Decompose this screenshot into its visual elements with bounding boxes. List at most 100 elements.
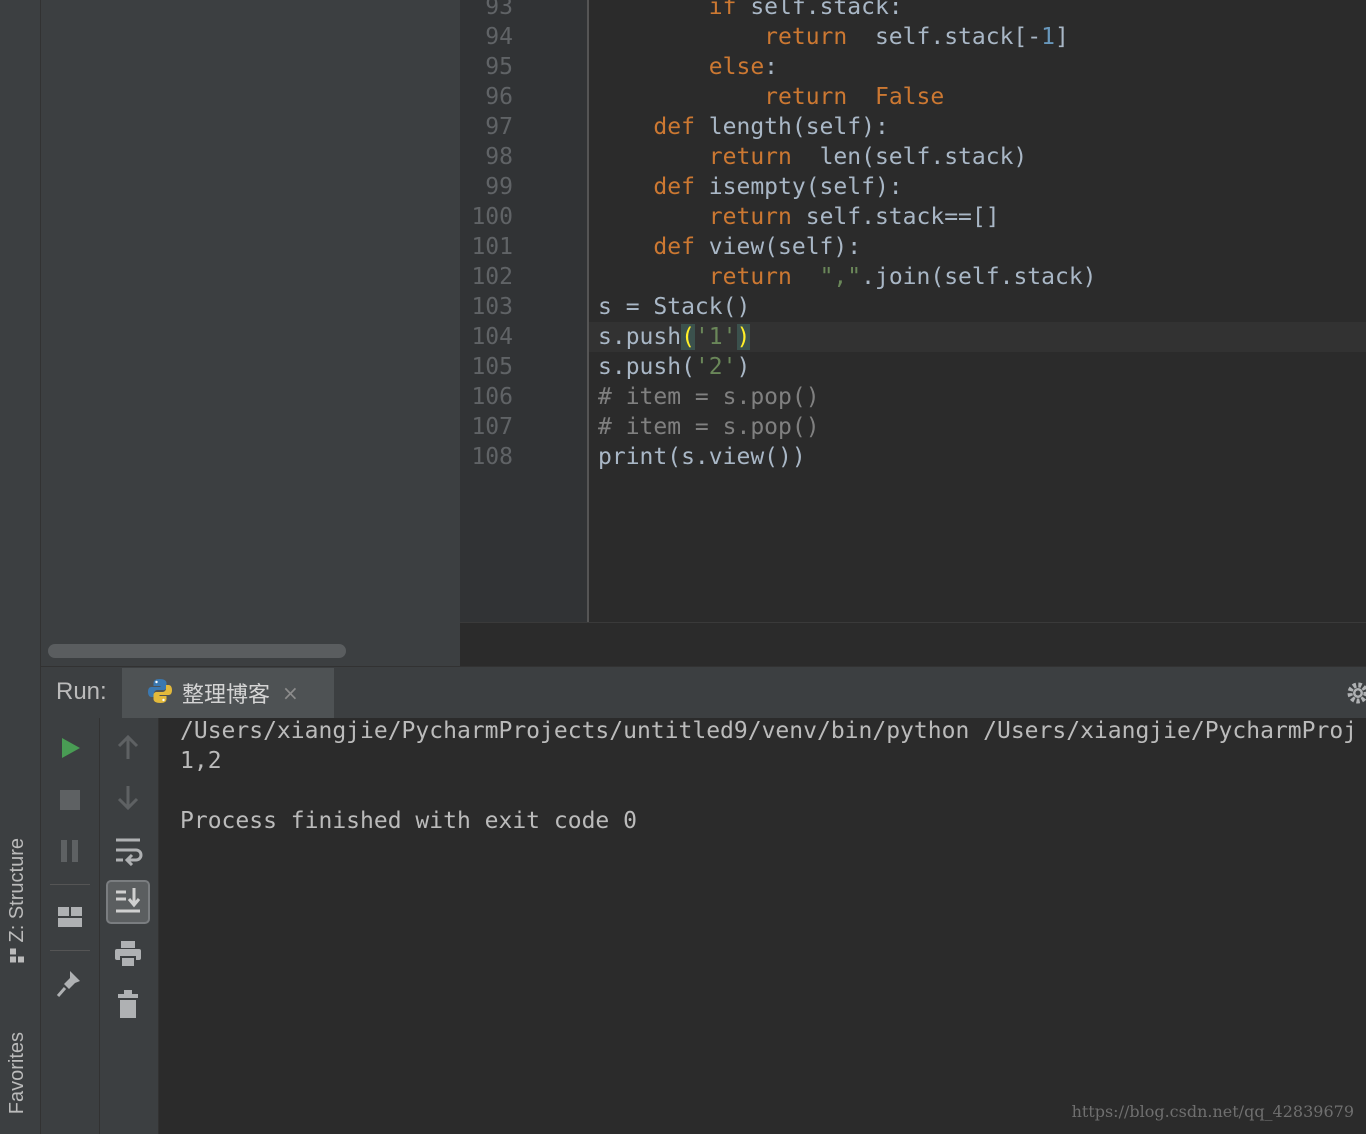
code-token: self.stack: xyxy=(736,0,903,20)
print-icon[interactable] xyxy=(114,940,142,972)
code-token: 1 xyxy=(1041,24,1055,50)
down-arrow-icon[interactable] xyxy=(116,784,140,816)
code-line[interactable]: print(s.view()) xyxy=(598,442,806,472)
console-line: Process finished with exit code 0 xyxy=(180,808,637,834)
run-console[interactable] xyxy=(159,718,1366,1134)
code-line[interactable]: def length(self): xyxy=(598,112,889,142)
code-token: ] xyxy=(1055,24,1069,50)
up-arrow-icon[interactable] xyxy=(116,733,140,765)
code-token: isempty(self): xyxy=(694,174,903,200)
code-line[interactable]: return ",".join(self.stack) xyxy=(598,262,1097,292)
code-token: len(self.stack) xyxy=(791,144,1028,170)
code-token: ) xyxy=(736,354,751,380)
code-token: return xyxy=(708,264,792,290)
line-number: 93 xyxy=(485,0,513,20)
code-token: .join(self.stack) xyxy=(861,264,1097,290)
code-line[interactable]: def isempty(self): xyxy=(598,172,903,202)
code-line[interactable]: s.push('1') xyxy=(598,322,751,352)
line-number: 95 xyxy=(485,54,513,80)
run-config-tab[interactable]: 整理博客 × xyxy=(122,668,334,718)
line-number: 103 xyxy=(471,294,513,320)
code-token: '2' xyxy=(694,354,737,380)
code-token: def xyxy=(653,114,695,140)
console-line: 1,2 xyxy=(180,748,222,774)
line-number: 98 xyxy=(485,144,513,170)
trash-icon[interactable] xyxy=(117,990,139,1024)
code-token: return xyxy=(708,144,792,170)
run-label: Run: xyxy=(56,678,107,705)
line-number: 108 xyxy=(471,444,513,470)
tool-window-strip: Z: Structure Favorites xyxy=(0,0,41,1134)
code-token: : xyxy=(764,54,779,80)
stop-icon[interactable] xyxy=(59,789,81,815)
code-line[interactable]: # item = s.pop() xyxy=(598,412,820,442)
console-line: /Users/xiangjie/PycharmProjects/untitled… xyxy=(180,718,1358,744)
horizontal-scrollbar[interactable] xyxy=(48,644,346,658)
pin-icon[interactable] xyxy=(56,969,84,1003)
code-token: def xyxy=(653,234,695,260)
code-token: else xyxy=(708,54,765,80)
code-line[interactable]: s.push('2') xyxy=(598,352,750,382)
code-line[interactable]: # item = s.pop() xyxy=(598,382,820,412)
code-line[interactable]: return self.stack==[] xyxy=(598,202,1000,232)
code-line[interactable]: else: xyxy=(598,52,778,82)
code-line[interactable]: def view(self): xyxy=(598,232,861,262)
structure-tab-label: Z: Structure xyxy=(6,838,28,943)
code-token: False xyxy=(874,84,945,110)
code-token: '1' xyxy=(694,324,737,350)
code-token: s = Stack() xyxy=(598,294,751,320)
line-number: 97 xyxy=(485,114,513,140)
code-token: # item = s.pop() xyxy=(598,384,820,410)
code-token: print(s.view()) xyxy=(598,444,806,470)
code-token: "," xyxy=(819,264,862,290)
code-token: return xyxy=(708,204,792,230)
code-token: def xyxy=(653,174,695,200)
code-line[interactable]: return self.stack[-1] xyxy=(598,22,1069,52)
line-number: 107 xyxy=(471,414,513,440)
code-token: s.push xyxy=(598,324,682,350)
favorites-tab[interactable]: Favorites xyxy=(6,1032,29,1114)
project-pane xyxy=(41,0,460,666)
line-number: 102 xyxy=(471,264,513,290)
code-token: return xyxy=(764,84,848,110)
line-number: 101 xyxy=(471,234,513,260)
line-number: 106 xyxy=(471,384,513,410)
soft-wrap-icon[interactable] xyxy=(114,836,144,870)
code-token: length(self): xyxy=(694,114,889,140)
rerun-icon[interactable] xyxy=(60,736,82,764)
code-line[interactable]: s = Stack() xyxy=(598,292,750,322)
code-line[interactable]: return False xyxy=(598,82,944,112)
code-token: if xyxy=(708,0,737,20)
code-token: return xyxy=(764,24,848,50)
close-icon[interactable]: × xyxy=(282,681,299,705)
code-token: ) xyxy=(736,324,751,350)
code-token: s.push( xyxy=(598,354,695,380)
run-tab-title: 整理博客 xyxy=(182,683,271,708)
gear-icon[interactable] xyxy=(1344,680,1366,710)
line-number: 100 xyxy=(471,204,513,230)
watermark: https://blog.csdn.net/qq_42839679 xyxy=(1071,1102,1354,1121)
code-token: self.stack==[] xyxy=(791,204,1000,230)
structure-tab[interactable]: Z: Structure xyxy=(6,838,29,963)
code-line[interactable]: return len(self.stack) xyxy=(598,142,1028,172)
line-number: 94 xyxy=(485,24,513,50)
line-number: 105 xyxy=(471,354,513,380)
code-token: # item = s.pop() xyxy=(598,414,820,440)
line-number: 104 xyxy=(471,324,513,350)
code-line[interactable]: if self.stack: xyxy=(598,0,903,22)
layout-icon[interactable] xyxy=(57,905,83,933)
line-number: 96 xyxy=(485,84,513,110)
pause-icon[interactable] xyxy=(60,839,80,867)
scroll-to-end-icon[interactable] xyxy=(106,880,150,928)
python-icon xyxy=(146,677,174,709)
